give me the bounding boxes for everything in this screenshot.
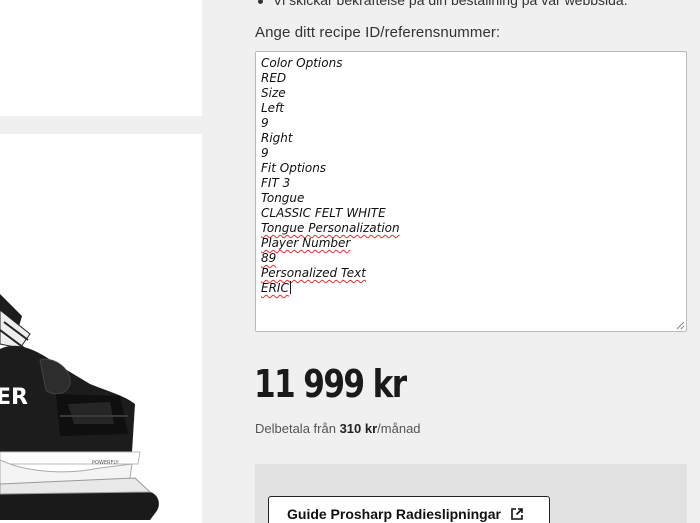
product-gallery: ER POWERFLY (0, 0, 202, 523)
recipe-line: Personalized Text (261, 266, 366, 280)
resize-handle-icon[interactable] (676, 321, 685, 330)
recipe-line: 9 (261, 146, 269, 160)
recipe-line: Color Options (261, 56, 343, 70)
recipe-line: 9 (261, 116, 269, 130)
recipe-line: FIT 3 (261, 176, 291, 190)
product-thumbnail[interactable] (0, 0, 202, 116)
model-text: POWERFLY (92, 460, 120, 466)
installment-amount: 310 kr (339, 421, 378, 436)
recipe-id-textarea[interactable]: Color Options RED Size Left 9 Right 9 Fi… (255, 51, 687, 332)
product-image[interactable]: ER POWERFLY (0, 134, 202, 523)
product-price: 11 999 kr (254, 362, 407, 406)
installment-info: Delbetala från 310 kr/månad (255, 421, 421, 436)
guide-button-label: Guide Prosharp Radieslipningar (287, 506, 501, 522)
recipe-id-label: Ange ditt recipe ID/referensnummer: (255, 24, 501, 41)
recipe-line: Size (261, 86, 286, 100)
bullet-icon (258, 0, 263, 4)
brand-text: ER (0, 385, 28, 410)
recipe-line: CLASSIC FELT WHITE (261, 206, 386, 220)
confirmation-note: Vi skickar bekräftelse på din beställnin… (258, 0, 628, 8)
product-details: Vi skickar bekräftelse på din beställnin… (202, 0, 700, 523)
guide-panel: Guide Prosharp Radieslipningar (255, 464, 687, 523)
recipe-line: ERIC (261, 281, 289, 295)
recipe-line: RED (261, 71, 287, 85)
text-caret (289, 281, 291, 294)
guide-prosharp-button[interactable]: Guide Prosharp Radieslipningar (268, 496, 550, 523)
recipe-line: Fit Options (261, 161, 327, 175)
external-link-icon (510, 507, 524, 521)
recipe-line: Right (261, 131, 293, 145)
skate-image: ER POWERFLY (0, 294, 159, 520)
recipe-line: Left (261, 101, 284, 115)
recipe-line: Tongue (261, 191, 305, 205)
recipe-line: 89 (261, 251, 277, 265)
recipe-line: Tongue Personalization (261, 221, 400, 235)
recipe-line: Player Number (261, 236, 351, 250)
